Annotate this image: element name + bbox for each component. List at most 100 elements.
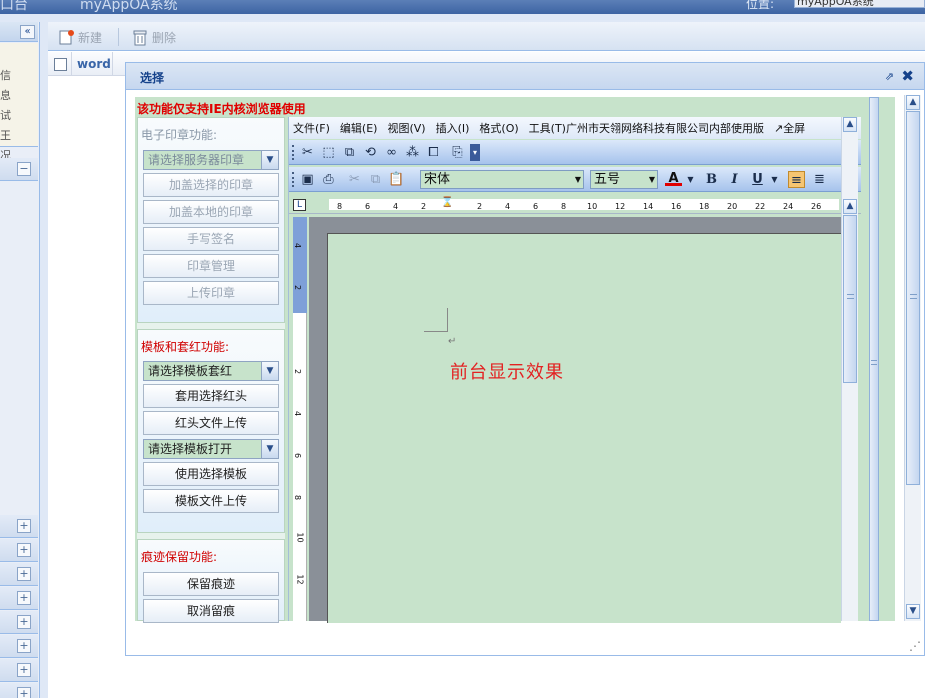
shape-icon[interactable]: ⧉: [341, 144, 358, 161]
document-scrollbar[interactable]: ▲ ▲: [841, 117, 858, 621]
scissors-icon[interactable]: ✂: [299, 144, 316, 161]
chevron-down-icon[interactable]: ▼: [766, 171, 783, 188]
sidebar-group[interactable]: +: [0, 659, 38, 682]
plus-icon[interactable]: +: [17, 519, 31, 533]
sidebar-menu-item[interactable]: 王: [0, 127, 11, 143]
menu-edit[interactable]: 编辑(E): [340, 120, 378, 136]
frame-icon[interactable]: ⧠: [425, 144, 442, 161]
group-icon[interactable]: ⁂: [404, 144, 421, 161]
sidebar-group[interactable]: +: [0, 611, 38, 634]
menu-file[interactable]: 文件(F): [293, 120, 330, 136]
plus-icon[interactable]: +: [17, 567, 31, 581]
menu-view[interactable]: 视图(V): [387, 120, 425, 136]
server-seal-select[interactable]: 请选择服务器印章 ▼: [143, 150, 279, 170]
paste-icon[interactable]: 📋: [388, 171, 405, 188]
grid-column-word[interactable]: word: [71, 52, 113, 76]
fullscreen-button[interactable]: ↗全屏: [774, 120, 805, 136]
menu-insert[interactable]: 插入(I): [436, 120, 470, 136]
open-template-select[interactable]: 请选择模板打开 ▼: [143, 439, 279, 459]
document-page[interactable]: ↵ 前台显示效果: [327, 233, 841, 623]
align-left-icon[interactable]: ≡: [788, 171, 805, 188]
sidebar-group[interactable]: +: [0, 539, 38, 562]
plus-icon[interactable]: +: [17, 639, 31, 653]
keep-trace-button[interactable]: 保留痕迹: [143, 572, 279, 596]
sidebar-group[interactable]: +: [0, 515, 38, 538]
collapse-icon[interactable]: «: [20, 25, 35, 39]
link-icon[interactable]: ∞: [383, 144, 400, 161]
plus-icon[interactable]: +: [17, 687, 31, 698]
menu-tools[interactable]: 工具(T): [529, 120, 566, 136]
apply-local-seal-button[interactable]: 加盖本地的印章: [143, 200, 279, 224]
new-button[interactable]: 新建: [58, 27, 102, 47]
delete-button[interactable]: 删除: [132, 27, 176, 47]
scroll-thumb[interactable]: [906, 111, 920, 485]
italic-icon[interactable]: I: [726, 171, 743, 188]
maximize-icon[interactable]: ⇗: [885, 70, 894, 83]
scroll-up-icon[interactable]: ▲: [843, 199, 857, 214]
select-icon[interactable]: ⬚: [320, 144, 337, 161]
tab-stop-icon[interactable]: L: [293, 199, 306, 211]
apply-selected-seal-button[interactable]: 加盖选择的印章: [143, 173, 279, 197]
sidebar-menu-item[interactable]: 息: [0, 87, 11, 103]
print-icon[interactable]: ⎙: [320, 171, 337, 188]
minus-icon[interactable]: −: [17, 162, 31, 176]
handwrite-sign-button[interactable]: 手写签名: [143, 227, 279, 251]
select-all-checkbox[interactable]: [54, 58, 67, 71]
open-template-select-value: 请选择模板打开: [148, 442, 233, 456]
menu-format[interactable]: 格式(O): [479, 120, 518, 136]
scroll-thumb[interactable]: [843, 215, 857, 383]
plus-icon[interactable]: +: [17, 591, 31, 605]
use-template-button[interactable]: 使用选择模板: [143, 462, 279, 486]
resize-handle-icon[interactable]: ⋰: [909, 640, 921, 652]
scroll-up-icon[interactable]: ▲: [906, 95, 920, 110]
redhead-template-select[interactable]: 请选择模板套红 ▼: [143, 361, 279, 381]
indent-marker-icon[interactable]: ⌛: [441, 197, 453, 208]
sidebar-group[interactable]: +: [0, 635, 38, 658]
underline-icon[interactable]: U: [749, 171, 766, 188]
close-icon[interactable]: ✖: [901, 67, 914, 85]
bold-icon[interactable]: B: [703, 171, 720, 188]
scroll-thumb[interactable]: [869, 97, 879, 621]
sidebar-group[interactable]: +: [0, 587, 38, 610]
upload-template-button[interactable]: 模板文件上传: [143, 489, 279, 513]
sidebar-group[interactable]: +: [0, 563, 38, 586]
sidebar-menu-item[interactable]: 信: [0, 67, 11, 83]
toolbar-separator: [118, 28, 119, 46]
font-name-select[interactable]: 宋体 ▼: [420, 170, 584, 189]
sidebar-group[interactable]: +: [0, 683, 38, 698]
seal-manage-button[interactable]: 印章管理: [143, 254, 279, 278]
seal-section-title: 电子印章功能:: [141, 128, 218, 142]
scroll-down-icon[interactable]: ▼: [906, 604, 920, 619]
plus-icon[interactable]: +: [17, 615, 31, 629]
font-size-select[interactable]: 五号 ▼: [590, 170, 658, 189]
rotate-icon[interactable]: ⟲: [362, 144, 379, 161]
font-name-value: 宋体: [424, 172, 451, 187]
upload-redhead-button[interactable]: 红头文件上传: [143, 411, 279, 435]
document-text[interactable]: 前台显示效果: [450, 358, 564, 384]
font-color-icon[interactable]: A: [665, 171, 682, 186]
chevron-down-icon: ▼: [261, 151, 278, 169]
upload-seal-button[interactable]: 上传印章: [143, 281, 279, 305]
ruler-tick-label: 14: [643, 202, 654, 211]
cut-icon[interactable]: ✂: [346, 171, 363, 188]
template-section: 模板和套红功能: 请选择模板套红 ▼ 套用选择红头 红头文件上传 请选择模板打开…: [137, 329, 285, 533]
copy-icon[interactable]: ⧉: [367, 171, 384, 188]
align-center-icon[interactable]: ≣: [811, 171, 828, 188]
ruler-tick-label: 4: [393, 202, 399, 211]
ruler-tick-label: 2: [293, 284, 303, 291]
chevron-down-icon[interactable]: ▼: [682, 171, 699, 188]
sidebar-menu-item[interactable]: 试: [0, 107, 11, 123]
sidebar-group[interactable]: −: [0, 158, 38, 181]
save-icon[interactable]: ▣: [299, 171, 316, 188]
plus-icon[interactable]: +: [17, 663, 31, 677]
seal-section: 电子印章功能: 请选择服务器印章 ▼ 加盖选择的印章 加盖本地的印章 手写签名 …: [137, 117, 285, 323]
plus-icon[interactable]: +: [17, 543, 31, 557]
insert-picture-icon[interactable]: ⎘: [449, 144, 466, 161]
chevron-down-icon: ▼: [648, 175, 655, 184]
panel-scrollbar[interactable]: [869, 97, 879, 621]
dialog-scrollbar[interactable]: ▲ ▼: [904, 95, 921, 621]
apply-redhead-button[interactable]: 套用选择红头: [143, 384, 279, 408]
toolbar-options-icon[interactable]: ▾: [470, 144, 480, 161]
scroll-up-icon[interactable]: ▲: [843, 117, 857, 132]
cancel-trace-button[interactable]: 取消留痕: [143, 599, 279, 623]
